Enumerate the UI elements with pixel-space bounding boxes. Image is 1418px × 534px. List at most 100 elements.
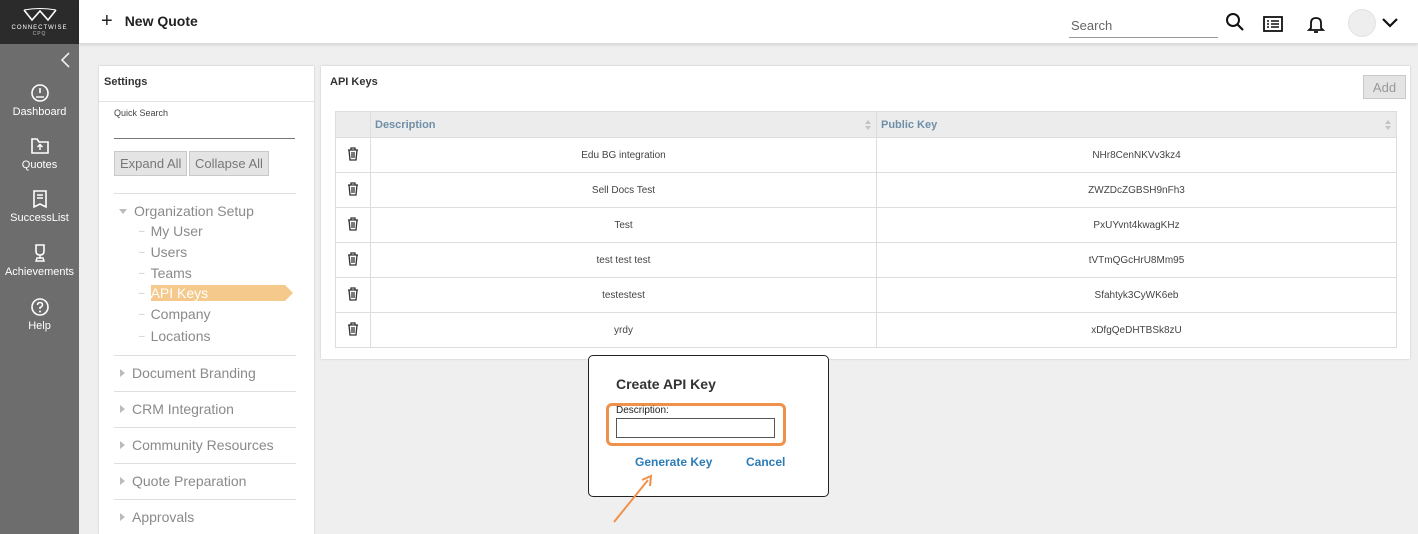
nav-quotes[interactable]: Quotes (0, 136, 79, 171)
brand-sub: CPQ (32, 31, 47, 37)
trash-icon[interactable] (347, 181, 359, 196)
nav-successlist-label: SuccessList (10, 212, 69, 224)
tree-category-label: Quote Preparation (132, 473, 247, 489)
table-row: Sell Docs Test ZWZDcZGBSH9nFh3 (335, 172, 1397, 208)
divider (114, 193, 296, 194)
delete-cell (335, 172, 371, 208)
table-row: Test PxUYvnt4kwagKHz (335, 207, 1397, 243)
trash-icon[interactable] (347, 321, 359, 336)
collapse-all-button[interactable]: Collapse All (189, 151, 269, 176)
public-key-cell: PxUYvnt4kwagKHz (876, 207, 1397, 243)
generate-key-button[interactable]: Generate Key (635, 455, 712, 469)
new-quote-button[interactable]: + New Quote (101, 11, 198, 31)
column-header-public-key[interactable]: Public Key (876, 111, 1397, 138)
public-key-cell: xDfgQeDHTBSk8zU (876, 312, 1397, 348)
new-quote-label: New Quote (124, 13, 198, 29)
tree-approvals[interactable]: Approvals (119, 509, 194, 525)
tree-item-label: Teams (150, 265, 192, 281)
nav-help-label: Help (28, 320, 51, 332)
delete-cell (335, 312, 371, 348)
column-header-description[interactable]: Description (370, 111, 877, 138)
add-button[interactable]: Add (1363, 75, 1406, 99)
public-key-cell: ZWZDcZGBSH9nFh3 (876, 172, 1397, 208)
tree-item-users[interactable]: – Users (139, 244, 187, 260)
tree-dash: – (139, 246, 145, 258)
search-icon[interactable] (1225, 12, 1245, 32)
quick-search-input[interactable] (114, 122, 295, 139)
expanded-triangle-icon (119, 208, 127, 214)
sort-icon (865, 120, 871, 130)
tree-org-setup[interactable]: Organization Setup (119, 203, 254, 219)
tree-org-setup-label: Organization Setup (134, 203, 254, 219)
description-cell: Test (370, 207, 877, 243)
connectwise-logo-icon (22, 8, 57, 22)
expand-all-button[interactable]: Expand All (114, 151, 188, 176)
public-key-cell: tVTmQGcHrU8Mm95 (876, 242, 1397, 278)
divider (114, 463, 296, 464)
nav-achievements-label: Achievements (4, 266, 75, 278)
tree-item-my-user[interactable]: – My User (139, 223, 203, 239)
dialog-title: Create API Key (616, 376, 716, 392)
header-actions (335, 111, 371, 138)
sort-icon (1385, 120, 1391, 130)
tree-item-teams[interactable]: – Teams (139, 265, 192, 281)
table-row: yrdy xDfgQeDHTBSk8zU (335, 312, 1397, 348)
cancel-button[interactable]: Cancel (746, 455, 785, 469)
tree-item-label: My User (150, 223, 203, 239)
trash-icon[interactable] (347, 216, 359, 231)
nav-help[interactable]: Help (0, 297, 79, 332)
divider (99, 101, 314, 102)
tree-item-label: Company (150, 306, 211, 322)
tree-item-api-keys[interactable]: – API Keys (139, 285, 293, 301)
trash-icon[interactable] (347, 251, 359, 266)
collapsed-triangle-icon (120, 477, 125, 485)
divider (114, 391, 296, 392)
trophy-icon (34, 244, 45, 262)
successlist-icon (32, 190, 47, 209)
tree-quote-preparation[interactable]: Quote Preparation (119, 473, 246, 489)
search-input[interactable] (1069, 13, 1218, 38)
settings-title: Settings (104, 76, 148, 88)
nav-achievements[interactable]: Achievements (0, 243, 79, 278)
user-avatar[interactable] (1348, 9, 1376, 37)
delete-cell (335, 277, 371, 313)
delete-cell (335, 137, 371, 173)
tree-document-branding[interactable]: Document Branding (119, 365, 256, 381)
description-cell: yrdy (370, 312, 877, 348)
tree-item-label: Locations (150, 328, 211, 344)
public-key-cell: NHr8CenNKVv3kz4 (876, 137, 1397, 173)
tree-dash: – (139, 225, 145, 237)
tree-dash: – (139, 267, 145, 279)
tree-category-label: Community Resources (132, 437, 274, 453)
collapsed-triangle-icon (120, 513, 125, 521)
tree-item-locations[interactable]: – Locations (139, 328, 211, 344)
notification-bell-icon[interactable] (1306, 14, 1326, 34)
chevron-down-icon[interactable] (1380, 13, 1400, 33)
api-keys-table: Description Public Key Edu BG integratio… (335, 111, 1397, 348)
nav-dashboard[interactable]: Dashboard (0, 83, 79, 118)
divider (114, 355, 296, 356)
description-cell: testestest (370, 277, 877, 313)
table-row: test test test tVTmQGcHrU8Mm95 (335, 242, 1397, 278)
collapsed-triangle-icon (120, 441, 125, 449)
divider (114, 427, 296, 428)
collapsed-triangle-icon (120, 369, 125, 377)
brand-logo[interactable]: CONNECTWISE CPQ (0, 0, 79, 44)
delete-cell (335, 207, 371, 243)
trash-icon[interactable] (347, 286, 359, 301)
tree-crm-integration[interactable]: CRM Integration (119, 401, 234, 417)
left-navigation: CONNECTWISE CPQ Dashboard Quotes Success… (0, 0, 79, 534)
description-cell: Edu BG integration (370, 137, 877, 173)
tree-item-company[interactable]: – Company (139, 306, 210, 322)
description-input[interactable] (616, 418, 775, 438)
collapse-nav-icon[interactable] (58, 51, 74, 69)
table-row: testestest Sfahtyk3CyWK6eb (335, 277, 1397, 313)
trash-icon[interactable] (347, 146, 359, 161)
tree-community-resources[interactable]: Community Resources (119, 437, 274, 453)
nav-successlist[interactable]: SuccessList (0, 189, 79, 224)
public-key-cell: Sfahtyk3CyWK6eb (876, 277, 1397, 313)
tree-dash: – (139, 330, 145, 342)
settings-panel: Settings Quick Search Expand All Collaps… (99, 66, 314, 534)
list-view-icon[interactable] (1263, 14, 1283, 34)
tree-dash: – (139, 308, 145, 320)
